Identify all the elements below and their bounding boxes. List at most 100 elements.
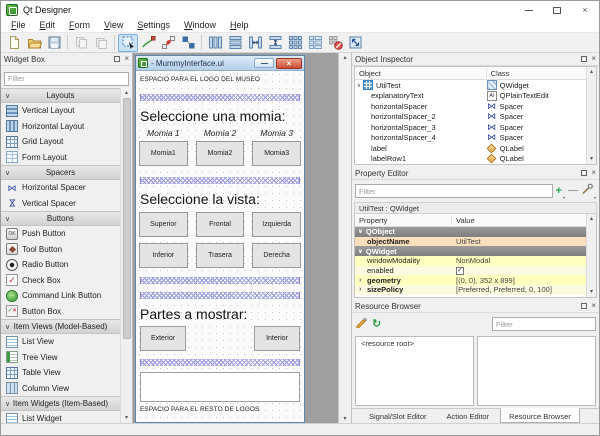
momia1-button[interactable]: Momia1 [139, 141, 188, 166]
paste-icon[interactable] [91, 34, 111, 52]
widget-item-command-link-button[interactable]: Command Link Button [1, 288, 120, 304]
property-windowmodality[interactable]: windowModalityNonModal [355, 256, 586, 266]
widget-item-tree-view[interactable]: Tree View [1, 350, 120, 366]
superior-button[interactable]: Superior [139, 212, 188, 237]
expand-icon[interactable]: › [359, 286, 367, 293]
column-property[interactable]: Property [355, 216, 452, 225]
lay-out-in-form-layout-icon[interactable] [305, 34, 325, 52]
widget-item-vertical-layout[interactable]: Vertical Layout [1, 103, 120, 119]
widget-item-check-box[interactable]: Check Box [1, 273, 120, 289]
inferior-button[interactable]: Inferior [139, 243, 188, 268]
horizontal-spacer[interactable] [140, 292, 300, 299]
adjust-size-icon[interactable] [345, 34, 365, 52]
tree-row-horizontalspacer-2[interactable]: horizontalSpacer_2Spacer [355, 112, 586, 123]
float-icon[interactable] [581, 56, 587, 62]
menu-help[interactable]: Help [223, 19, 256, 32]
resource-filter-input[interactable] [492, 317, 596, 331]
form-title-bar[interactable]: - MummyInterface.ui × [136, 56, 304, 71]
enabled-checkbox[interactable]: ✓ [456, 267, 464, 275]
widget-item-tool-button[interactable]: Tool Button [1, 242, 120, 258]
edit-buddies-icon[interactable] [158, 34, 178, 52]
scroll-up-icon[interactable]: ▴ [590, 214, 593, 224]
close-icon[interactable]: × [124, 56, 129, 62]
widget-item-push-button[interactable]: Push Button [1, 226, 120, 242]
chevron-down-icon[interactable]: ∨ [355, 82, 363, 89]
scroll-up-icon[interactable]: ▴ [590, 67, 593, 77]
new-form-icon[interactable] [4, 34, 24, 52]
lay-out-in-grid-icon[interactable] [285, 34, 305, 52]
group-qobject[interactable]: ∨QObject [355, 227, 586, 237]
open-form-icon[interactable] [24, 34, 44, 52]
section-spacers[interactable]: ∨Spacers [1, 165, 120, 180]
widget-item-grid-layout[interactable]: Grid Layout [1, 134, 120, 150]
maximize-icon[interactable] [543, 1, 571, 19]
save-form-icon[interactable] [44, 34, 64, 52]
edit-widgets-icon[interactable] [118, 34, 138, 52]
menu-form[interactable]: Form [62, 19, 97, 32]
form-close-icon[interactable]: × [276, 58, 302, 69]
section-item-widgets[interactable]: ∨Item Widgets (Item-Based) [1, 396, 120, 411]
tree-row-label[interactable]: labelQLabel [355, 143, 586, 154]
group-qwidget[interactable]: ∨QWidget [355, 246, 586, 256]
explanatory-text-area[interactable] [140, 372, 300, 402]
widget-item-column-view[interactable]: Column View [1, 381, 120, 397]
float-icon[interactable] [114, 56, 120, 62]
column-value[interactable]: Value [452, 216, 586, 225]
property-objectname[interactable]: objectNameUtilTest [355, 237, 586, 247]
minimize-icon[interactable] [515, 1, 543, 19]
section-item-views[interactable]: ∨Item Views (Model-Based) [1, 319, 120, 334]
horizontal-spacer[interactable] [140, 277, 300, 284]
widget-box-scrollbar[interactable]: ▴▾ [120, 88, 132, 423]
exterior-button[interactable]: Exterior [140, 326, 186, 351]
tree-row-horizontalspacer-3[interactable]: horizontalSpacer_3Spacer [355, 122, 586, 133]
tab-resource-browser[interactable]: Resource Browser [500, 408, 580, 423]
menu-settings[interactable]: Settings [130, 19, 177, 32]
frontal-button[interactable]: Frontal [196, 212, 245, 237]
widget-item-list-widget[interactable]: List Widget [1, 411, 120, 423]
tab-signal-slot-editor[interactable]: Signal/Slot Editor [360, 409, 436, 423]
edit-resources-icon[interactable] [355, 315, 368, 333]
expand-icon[interactable]: › [359, 277, 367, 284]
scroll-down-icon[interactable]: ▾ [590, 287, 593, 297]
property-sizepolicy[interactable]: ›sizePolicy[Preferred, Preferred, 0, 100… [355, 285, 586, 295]
horizontal-spacer[interactable] [140, 359, 300, 366]
menu-window[interactable]: Window [177, 19, 223, 32]
derecha-button[interactable]: Derecha [252, 243, 301, 268]
configure-icon[interactable] [581, 182, 593, 200]
property-editor-scrollbar[interactable]: ▴▾ [586, 214, 596, 297]
horizontal-spacer[interactable] [140, 94, 300, 101]
edit-tab-order-icon[interactable] [178, 34, 198, 52]
widget-item-form-layout[interactable]: Form Layout [1, 150, 120, 166]
horizontal-spacer[interactable] [140, 177, 300, 184]
add-property-icon[interactable]: + [556, 186, 562, 196]
scroll-up-icon[interactable]: ▴ [343, 54, 346, 61]
property-geometry[interactable]: ›geometry[(0, 0), 352 x 899] [355, 275, 586, 285]
tree-row-horizontalspacer-4[interactable]: horizontalSpacer_4Spacer [355, 133, 586, 144]
lay-out-horizontally-icon[interactable] [205, 34, 225, 52]
menu-view[interactable]: View [97, 19, 130, 32]
scrollbar-thumb[interactable] [123, 98, 131, 339]
menu-file[interactable]: File [4, 19, 33, 32]
edit-signals-slots-icon[interactable] [138, 34, 158, 52]
tree-row-horizontalspacer[interactable]: horizontalSpacerSpacer [355, 101, 586, 112]
resource-root-item[interactable]: <resource root> [361, 339, 414, 348]
section-buttons[interactable]: ∨Buttons [1, 211, 120, 226]
widget-item-button-box[interactable]: Button Box [1, 304, 120, 320]
lay-out-vertically-icon[interactable] [225, 34, 245, 52]
mdi-scrollbar[interactable]: ▴ ▾ [338, 53, 351, 423]
object-inspector-scrollbar[interactable]: ▴▾ [586, 67, 596, 164]
tree-row-labelrow1[interactable]: labelRow1QLabel [355, 154, 586, 165]
widget-item-list-view[interactable]: List View [1, 334, 120, 350]
trasera-button[interactable]: Trasera [196, 243, 245, 268]
tree-row-explanatorytext[interactable]: explanatoryTextQPlainTextEdit [355, 91, 586, 102]
widget-item-radio-button[interactable]: Radio Button [1, 257, 120, 273]
scroll-down-icon[interactable]: ▾ [125, 413, 128, 423]
widget-box-filter-input[interactable] [4, 72, 129, 86]
scroll-up-icon[interactable]: ▴ [125, 88, 128, 98]
close-icon[interactable]: × [591, 56, 596, 62]
interior-button[interactable]: Interior [254, 326, 300, 351]
column-object[interactable]: Object [355, 69, 487, 78]
property-filter-input[interactable] [355, 184, 553, 198]
close-icon[interactable]: × [591, 303, 596, 309]
lay-out-vertically-in-splitter-icon[interactable] [265, 34, 285, 52]
